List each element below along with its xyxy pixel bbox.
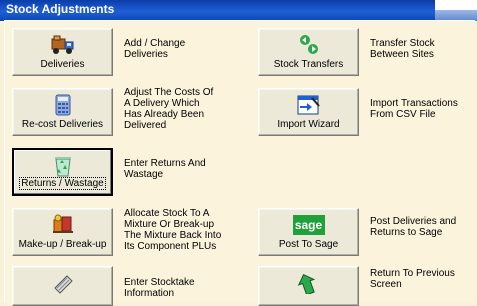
delivery-truck-icon xyxy=(51,35,73,54)
stock-transfers-label: Stock Transfers xyxy=(273,59,344,70)
makeup-breakup-label: Make-up / Break-up xyxy=(18,239,107,250)
recost-deliveries-label: Re-cost Deliveries xyxy=(21,119,104,130)
import-wizard-label: Import Wizard xyxy=(277,119,340,130)
recost-deliveries-button[interactable]: Re-cost Deliveries xyxy=(12,88,113,136)
return-previous-description: Return To Previous Screen xyxy=(370,268,455,290)
calculator-icon xyxy=(55,94,70,116)
returns-wastage-description: Enter Returns And Wastage xyxy=(124,158,206,180)
stock-transfers-description: Transfer Stock Between Sites xyxy=(370,38,435,60)
post-to-sage-description: Post Deliveries and Returns to Sage xyxy=(370,216,457,238)
stock-transfers-button[interactable]: Stock Transfers xyxy=(258,28,359,76)
import-wizard-button[interactable]: Import Wizard xyxy=(258,88,359,136)
transfer-arrows-icon xyxy=(299,35,318,54)
deliveries-label: Deliveries xyxy=(40,59,85,70)
returns-wastage-label: Returns / Wastage xyxy=(14,177,111,190)
returns-wastage-button[interactable]: Returns / Wastage xyxy=(12,148,113,196)
import-wizard-icon xyxy=(297,95,320,115)
stocktake-clipboard-icon xyxy=(53,275,73,294)
return-previous-button[interactable] xyxy=(258,266,359,306)
post-to-sage-label: Post To Sage xyxy=(278,239,339,250)
title-bar-edge xyxy=(435,0,477,10)
window-title-bar: Stock Adjustments xyxy=(0,0,477,21)
sage-logo-icon: sage xyxy=(292,215,325,235)
post-to-sage-button[interactable]: sage Post To Sage xyxy=(258,208,359,256)
returns-wastage-label-text: Returns / Wastage xyxy=(19,177,106,190)
return-arrow-icon xyxy=(297,273,315,294)
stocktake-button[interactable] xyxy=(12,266,113,306)
makeup-breakup-button[interactable]: Make-up / Break-up xyxy=(12,208,113,256)
deliveries-description: Add / Change Deliveries xyxy=(124,38,186,60)
window-title: Stock Adjustments xyxy=(6,2,115,16)
recycle-bin-icon xyxy=(54,157,71,177)
import-wizard-description: Import Transactions From CSV File xyxy=(370,98,458,120)
recost-deliveries-description: Adjust The Costs Of A Delivery Which Has… xyxy=(124,87,214,131)
sage-logo-text: sage xyxy=(294,218,323,232)
components-icon xyxy=(52,214,73,233)
makeup-breakup-description: Allocate Stock To A Mixture Or Break-up … xyxy=(124,208,222,252)
deliveries-button[interactable]: Deliveries xyxy=(12,28,113,76)
stocktake-description: Enter Stocktake Information xyxy=(124,277,195,299)
